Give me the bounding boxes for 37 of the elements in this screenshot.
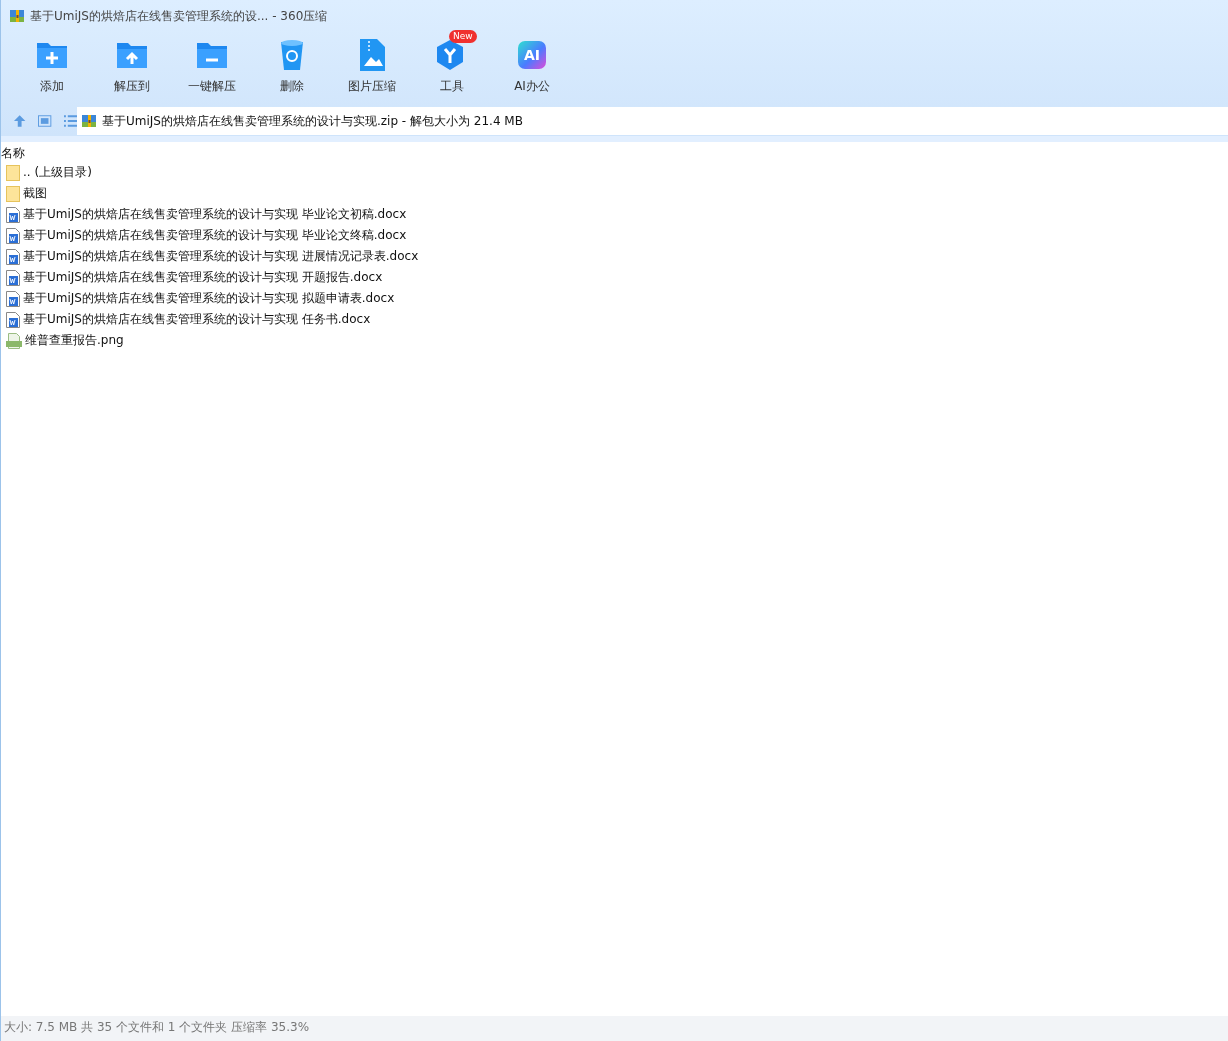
archive-icon [81, 113, 97, 129]
png-image-icon [6, 332, 22, 349]
archive-icon [9, 8, 25, 24]
thumbnail-view-icon[interactable] [38, 115, 52, 127]
toolbar-button[interactable]: 添加 [12, 32, 92, 106]
toolbar-button[interactable]: 解压到 [92, 32, 172, 106]
window-title: 基于UmiJS的烘焙店在线售卖管理系统的设... - 360压缩 [30, 7, 328, 25]
file-row[interactable]: 基于UmiJS的烘焙店在线售卖管理系统的设计与实现 开题报告.docx [1, 267, 1228, 288]
word-document-icon [6, 227, 20, 244]
file-row[interactable]: 基于UmiJS的烘焙店在线售卖管理系统的设计与实现 毕业论文初稿.docx [1, 204, 1228, 225]
file-row[interactable]: 基于UmiJS的烘焙店在线售卖管理系统的设计与实现 拟题申请表.docx [1, 288, 1228, 309]
file-row[interactable]: 维普查重报告.png [1, 330, 1228, 351]
file-row[interactable]: 基于UmiJS的烘焙店在线售卖管理系统的设计与实现 毕业论文终稿.docx [1, 225, 1228, 246]
toolbar-button[interactable]: 删除 [252, 32, 332, 106]
up-arrow-icon[interactable] [13, 114, 27, 128]
status-bar: 大小: 7.5 MB 共 35 个文件和 1 个文件夹 压缩率 35.3% [1, 1016, 1228, 1041]
toolbar-button[interactable]: 图片压缩 [332, 32, 412, 106]
toolbar-button[interactable]: AI AI办公 [492, 32, 572, 106]
ai-logo-icon: AI [518, 41, 546, 69]
file-row[interactable]: 截图 [1, 183, 1228, 204]
word-document-icon [6, 311, 20, 328]
new-badge: New [449, 30, 477, 43]
archive-path: 基于UmiJS的烘焙店在线售卖管理系统的设计与实现.zip - 解包大小为 21.4 MB [102, 112, 523, 130]
list-view-icon[interactable] [63, 115, 77, 127]
word-document-icon [6, 206, 20, 223]
folder-icon [6, 185, 20, 202]
toolbar-button[interactable]: New 工具 [412, 32, 492, 106]
column-header[interactable]: 名称 [1, 142, 1228, 162]
folder-icon [6, 164, 20, 181]
address-field[interactable]: 基于UmiJS的烘焙店在线售卖管理系统的设计与实现.zip - 解包大小为 21.4 MB [77, 107, 1228, 135]
file-row[interactable]: 基于UmiJS的烘焙店在线售卖管理系统的设计与实现 任务书.docx [1, 309, 1228, 330]
file-row[interactable]: 基于UmiJS的烘焙店在线售卖管理系统的设计与实现 进展情况记录表.docx [1, 246, 1228, 267]
word-document-icon [6, 269, 20, 286]
word-document-icon [6, 290, 20, 307]
toolbar-button[interactable]: 一键解压 [172, 32, 252, 106]
word-document-icon [6, 248, 20, 265]
file-row[interactable]: .. (上级目录) [1, 162, 1228, 183]
